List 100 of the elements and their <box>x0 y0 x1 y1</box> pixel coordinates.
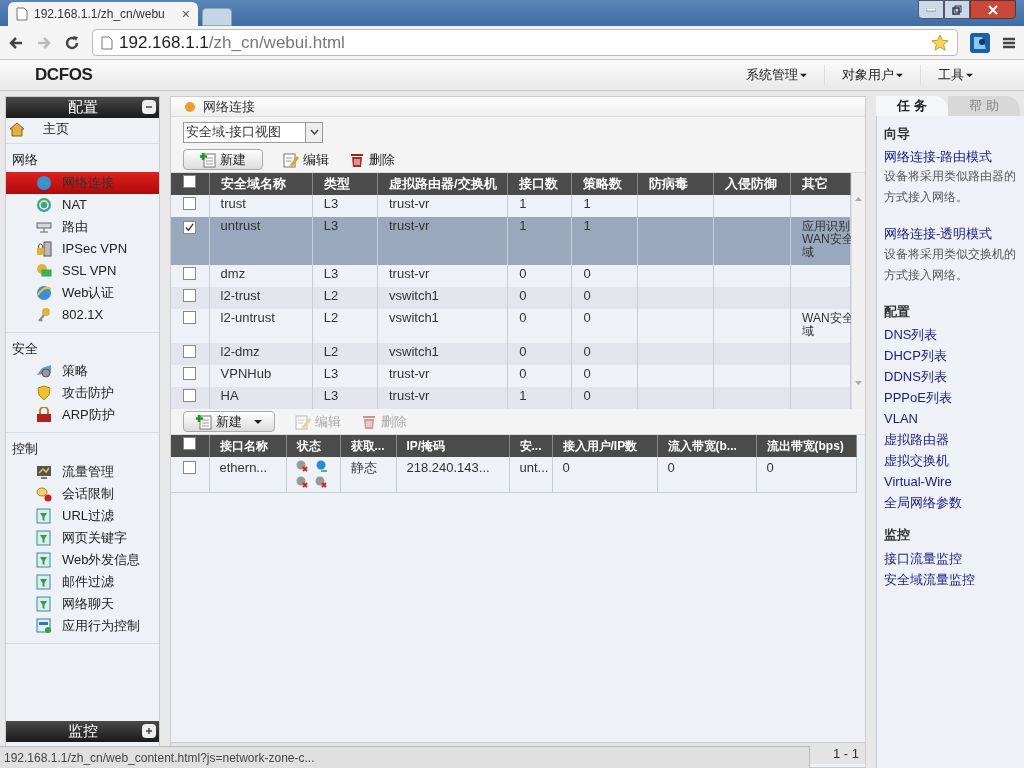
new-tab-button[interactable] <box>202 8 232 26</box>
star-icon[interactable] <box>931 33 949 52</box>
restore-button[interactable] <box>944 0 970 19</box>
column-header[interactable]: 接入用户/IP数 <box>552 435 657 457</box>
menu-button[interactable]: 工具 <box>920 65 990 85</box>
task-link[interactable]: 接口流量监控 <box>884 550 962 566</box>
task-link[interactable]: 网络连接-路由模式 <box>884 148 993 164</box>
task-link[interactable]: 虚拟交换机 <box>884 453 949 468</box>
checkbox[interactable] <box>183 267 197 281</box>
checkbox[interactable] <box>183 289 197 303</box>
nav-item[interactable]: 应用行为控制 <box>6 614 159 637</box>
task-link[interactable]: DNS列表 <box>884 327 938 342</box>
menu-button[interactable]: 对象用户 <box>824 65 920 85</box>
scrollbar[interactable] <box>851 173 865 409</box>
nav-item[interactable]: Web认证 <box>6 281 159 304</box>
extension-icon[interactable] <box>970 32 990 53</box>
nav-item[interactable]: Web外发信息 <box>6 548 159 571</box>
close-button[interactable] <box>970 0 1016 19</box>
column-header[interactable]: 状态 <box>286 435 340 457</box>
table-row[interactable]: VPNHub L3 trust-vr 0 0 <box>171 365 851 387</box>
scroll-down-icon[interactable] <box>855 381 863 385</box>
menu-icon[interactable] <box>1002 35 1016 50</box>
edit-button[interactable]: 编辑 <box>283 149 329 170</box>
checkbox[interactable] <box>183 437 197 451</box>
view-select[interactable]: 安全域-接口视图 <box>183 121 323 143</box>
panel-header[interactable]: 监控 <box>6 721 159 742</box>
trash-icon <box>349 151 365 168</box>
collapse-icon[interactable] <box>142 100 156 114</box>
panel-tab[interactable]: 任 务 <box>876 96 948 116</box>
nav-item[interactable]: SSL VPN <box>6 259 159 282</box>
nav-item[interactable]: 802.1X <box>6 303 159 326</box>
nav-item[interactable]: 策略 <box>6 360 159 382</box>
table-cell: 0 <box>667 460 675 475</box>
task-link[interactable]: 全局网络参数 <box>884 495 962 510</box>
new-button[interactable]: 新建 <box>183 411 275 432</box>
nav-item[interactable]: 网络聊天 <box>6 592 159 615</box>
table-row[interactable]: l2-trust L2 vswitch1 0 0 <box>171 287 851 310</box>
table-cell: L3 <box>323 266 339 282</box>
table-cell: L3 <box>323 196 339 211</box>
task-link[interactable]: DHCP列表 <box>884 348 947 363</box>
table-cell: HA <box>220 388 239 403</box>
table-cell: 0 <box>583 344 591 360</box>
nav-item[interactable]: IPSec VPN <box>6 237 159 260</box>
checkbox[interactable] <box>183 367 197 381</box>
table-cell: l2-untrust <box>220 310 275 326</box>
table-row[interactable]: dmz L3 trust-vr 0 0 <box>171 265 851 288</box>
reload-icon[interactable] <box>64 34 80 51</box>
browser-tab[interactable]: 192.168.1.1/zh_cn/webu × <box>8 2 198 26</box>
nav-item[interactable]: 流量管理 <box>6 460 159 483</box>
group-title: 网络 <box>11 151 39 169</box>
new-button[interactable]: 新建 <box>183 149 263 170</box>
column-header[interactable]: 接口名称 <box>209 435 286 457</box>
task-link[interactable]: PPPoE列表 <box>884 390 952 405</box>
checkbox[interactable] <box>183 311 197 325</box>
address-bar[interactable]: 192.168.1.1/zh_cn/webui.html <box>92 29 958 56</box>
table-row[interactable]: l2-dmz L2 vswitch1 0 0 <box>171 343 851 366</box>
nav-item[interactable]: ARP防护 <box>6 404 159 426</box>
minimize-button[interactable] <box>918 0 944 19</box>
nav-item[interactable]: URL过滤 <box>6 504 159 527</box>
chat-bubbles-icon <box>36 485 52 502</box>
task-link[interactable]: DDNS列表 <box>884 369 947 384</box>
column-header[interactable]: 获取... <box>340 435 396 457</box>
table-cell: trust-vr <box>389 196 430 211</box>
task-link[interactable]: Virtual-Wire <box>884 474 952 489</box>
nav-item[interactable]: 网页关键字 <box>6 526 159 549</box>
checkbox[interactable] <box>183 345 197 359</box>
menu-button[interactable]: 系统管理 <box>729 65 824 85</box>
task-link[interactable]: 虚拟路由器 <box>884 432 949 447</box>
table-cell: l2-trust <box>220 288 261 304</box>
nav-item[interactable]: 路由 <box>6 215 159 238</box>
checkbox[interactable] <box>183 175 197 189</box>
table-row[interactable]: HA L3 trust-vr 1 0 <box>171 387 851 409</box>
table-cell: untrust <box>220 217 261 233</box>
column-header[interactable]: 流入带宽(b... <box>657 435 756 457</box>
panel-header[interactable]: 配置 <box>6 97 159 118</box>
dot-icon <box>185 101 195 112</box>
column-header[interactable]: IP/掩码 <box>396 435 509 457</box>
delete-button[interactable]: 删除 <box>349 149 395 170</box>
globe-icon <box>36 174 52 191</box>
nav-item[interactable]: 会话限制 <box>6 482 159 505</box>
table-cell: trust <box>220 196 246 211</box>
table-row[interactable]: trust L3 trust-vr 1 1 <box>171 195 851 217</box>
task-link[interactable]: 网络连接-透明模式 <box>884 226 993 241</box>
tab-close[interactable]: × <box>181 3 190 25</box>
nav-item[interactable]: 邮件过滤 <box>6 570 159 593</box>
nav-item[interactable]: 攻击防护 <box>6 382 159 404</box>
back-icon[interactable] <box>8 34 24 51</box>
task-link[interactable]: 安全域流量监控 <box>884 571 975 587</box>
expand-icon[interactable] <box>142 724 156 738</box>
checkbox[interactable] <box>183 197 197 210</box>
nav-item[interactable]: 主页 <box>43 118 69 139</box>
scroll-up-icon[interactable] <box>855 197 863 201</box>
task-link[interactable]: VLAN <box>884 411 918 426</box>
column-header[interactable]: 安... <box>509 435 552 457</box>
checkbox[interactable] <box>183 389 197 402</box>
checkbox[interactable] <box>183 220 197 234</box>
table-cell: 0 <box>519 344 527 360</box>
column-header[interactable]: 流出带宽(bps) <box>756 435 856 457</box>
checkbox[interactable] <box>183 461 197 474</box>
nav-item[interactable]: NAT <box>6 193 159 216</box>
